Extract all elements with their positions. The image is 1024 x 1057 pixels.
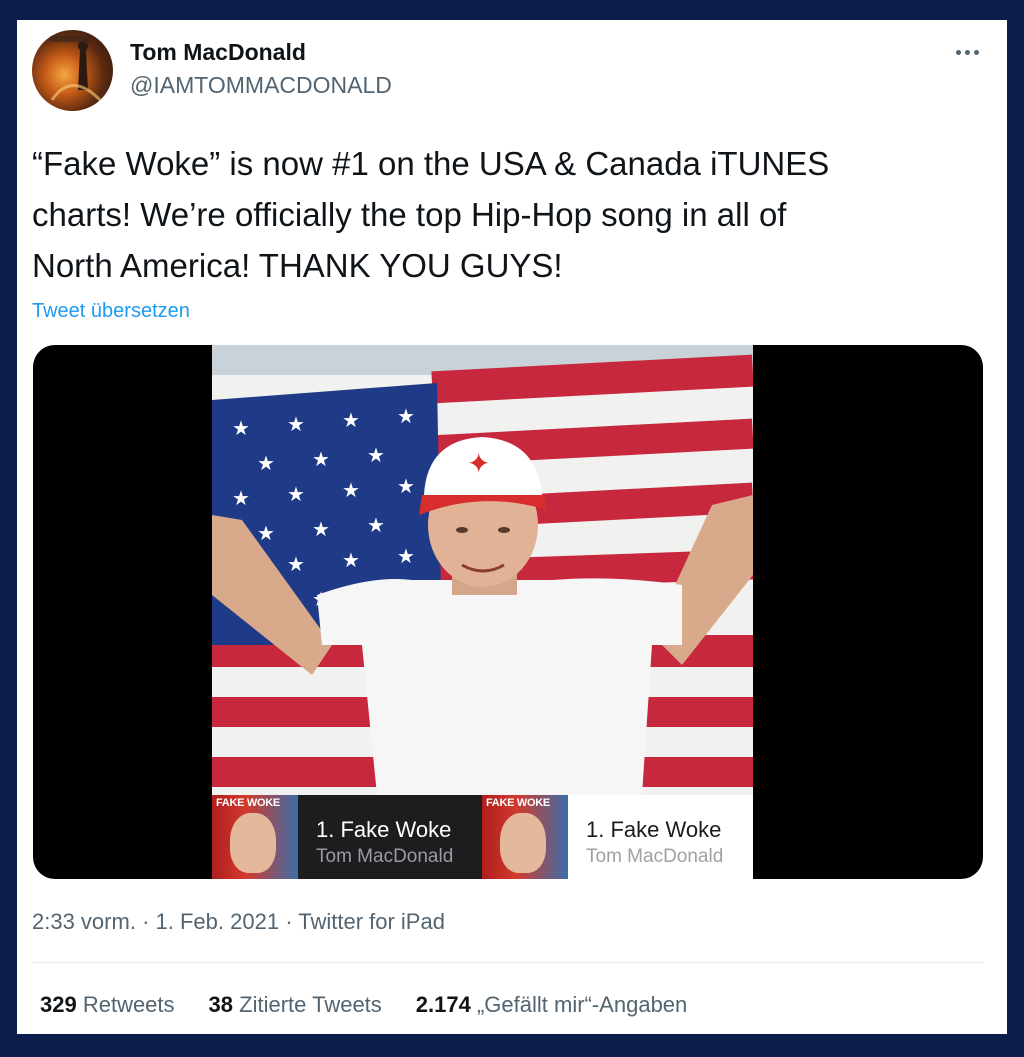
dot [964,49,970,55]
svg-text:★: ★ [397,544,415,568]
itunes-chart-strip: FAKE WOKE 1. Fake Woke Tom MacDonald FAK… [212,795,753,879]
album-cover-title: FAKE WOKE [486,797,550,809]
tweet-date[interactable]: 1. Feb. 2021 [156,909,280,934]
tweet-stats: 329 Retweets 38 Zitierte Tweets 2.174 „G… [40,992,721,1018]
dot [973,49,979,55]
tweet-card: Tom MacDonald @IAMTOMMACDONALD “Fake Wok… [17,20,1007,1034]
chart-entry: FAKE WOKE 1. Fake Woke Tom MacDonald [212,795,482,879]
album-cover-title: FAKE WOKE [216,797,280,809]
svg-text:★: ★ [367,513,385,537]
translate-tweet-link[interactable]: Tweet übersetzen [32,300,190,323]
svg-text:★: ★ [397,474,415,498]
svg-text:★: ★ [342,478,360,502]
tweet-meta: 2:33 vorm. · 1. Feb. 2021 · Twitter for … [32,909,445,935]
album-cover-face [230,813,276,873]
author-name[interactable]: Tom MacDonald [130,39,306,66]
meta-separator: · [142,909,156,934]
album-cover: FAKE WOKE [212,795,298,879]
svg-text:★: ★ [342,408,360,432]
artist-name: Tom MacDonald [586,846,724,867]
likes-stat[interactable]: 2.174 „Gefällt mir“-Angaben [416,992,687,1018]
song-title: 1. Fake Woke [586,817,722,842]
tweet-photo[interactable]: ★★★★ ★★★ ★★★★ ★★★ ★★★★ ★★★ [212,345,753,879]
svg-text:★: ★ [287,482,305,506]
svg-text:★: ★ [367,443,385,467]
chart-entry-text: 1. Fake Woke Tom MacDonald [298,795,453,879]
chart-entry: FAKE WOKE 1. Fake Woke Tom MacDonald [482,795,753,879]
song-title: 1. Fake Woke [316,817,452,842]
tweet-media[interactable]: ★★★★ ★★★ ★★★★ ★★★ ★★★★ ★★★ [33,345,983,879]
tweet-time[interactable]: 2:33 vorm. [32,909,136,934]
artist-name: Tom MacDonald [316,846,454,867]
tweet-source[interactable]: Twitter for iPad [298,909,445,934]
chart-entry-text: 1. Fake Woke Tom MacDonald [568,795,723,879]
likes-count: 2.174 [415,992,477,1017]
meta-separator: · [285,909,299,934]
retweets-stat[interactable]: 329 Retweets [40,992,175,1018]
more-options-icon[interactable] [947,38,987,66]
svg-text:★: ★ [342,548,360,572]
avatar-image [50,36,104,104]
svg-text:★: ★ [232,416,250,440]
retweets-count: 329 [40,992,83,1017]
dot [955,49,961,55]
svg-text:★: ★ [257,521,275,545]
svg-text:★: ★ [312,517,330,541]
author-handle[interactable]: @IAMTOMMACDONALD [130,72,392,99]
likes-label: „Gefällt mir“-Angaben [476,992,688,1017]
svg-text:★: ★ [257,451,275,475]
album-cover-face [500,813,546,873]
photo-image: ★★★★ ★★★ ★★★★ ★★★ ★★★★ ★★★ [212,345,753,795]
tweet-text: “Fake Woke” is now #1 on the USA & Canad… [32,145,830,284]
svg-text:★: ★ [287,552,305,576]
quote-tweets-stat[interactable]: 38 Zitierte Tweets [209,992,382,1018]
album-cover: FAKE WOKE [482,795,568,879]
svg-text:★: ★ [397,404,415,428]
avatar[interactable] [32,30,113,111]
svg-text:✦: ✦ [467,447,490,480]
svg-text:★: ★ [287,412,305,436]
svg-text:★: ★ [232,486,250,510]
divider [32,962,984,963]
retweets-label: Retweets [82,992,175,1017]
quote-tweets-label: Zitierte Tweets [239,992,382,1017]
svg-text:★: ★ [312,447,330,471]
quote-tweets-count: 38 [208,992,240,1017]
